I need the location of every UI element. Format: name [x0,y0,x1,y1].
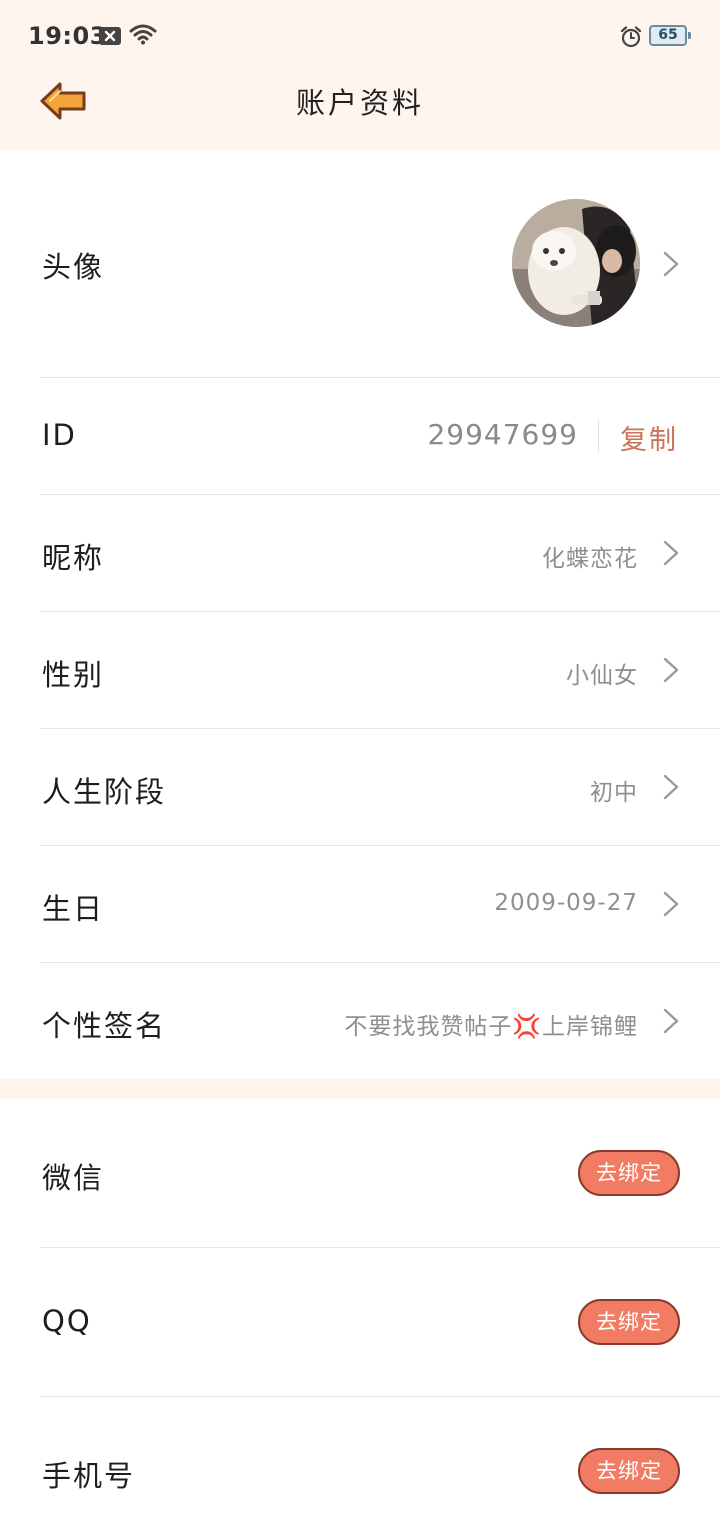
battery-level: 65 [658,27,678,43]
birthday-label: 生日 [42,892,105,926]
id-row: ID 29947699 复制 [0,378,720,495]
battery-icon: 65 [649,25,691,46]
nickname-value: 化蝶恋花 [542,546,638,572]
alarm-icon [620,26,642,52]
life-stage-row[interactable]: 人生阶段 初中 [0,729,720,846]
birthday-value: 2009-09-27 [494,890,638,916]
birthday-row[interactable]: 生日 2009-09-27 [0,846,720,963]
chevron-right-icon [663,657,679,683]
phone-bind-button[interactable]: 去绑定 [578,1448,680,1494]
page-title: 账户资料 [295,86,424,120]
avatar [512,199,640,327]
gender-value: 小仙女 [566,663,638,689]
qq-bind-button[interactable]: 去绑定 [578,1299,680,1345]
avatar-label: 头像 [42,250,105,284]
life-stage-value: 初中 [590,780,638,806]
wechat-row: 微信 去绑定 [0,1099,720,1248]
qq-label: QQ [42,1304,92,1338]
signature-label: 个性签名 [42,1009,167,1043]
id-separator [598,420,599,452]
wifi-icon [129,23,157,49]
chevron-right-icon [663,1008,679,1034]
chevron-right-icon [663,540,679,566]
avatar-row[interactable]: 头像 [0,150,720,378]
chevron-right-icon [663,251,679,277]
chevron-right-icon [663,891,679,917]
status-time: 19:03 [28,22,107,50]
phone-label: 手机号 [42,1459,136,1493]
nickname-row[interactable]: 昵称 化蝶恋花 [0,495,720,612]
notification-x-icon [99,27,121,45]
qq-row: QQ 去绑定 [0,1248,720,1397]
life-stage-label: 人生阶段 [42,775,167,809]
phone-row: 手机号 去绑定 [0,1397,720,1520]
id-value: 29947699 [427,418,578,451]
copy-button[interactable]: 复制 [620,418,678,457]
id-label: ID [42,418,77,452]
wechat-label: 微信 [42,1161,105,1195]
signature-row[interactable]: 个性签名 不要找我赞帖子💢上岸锦鲤 [0,963,720,1079]
gender-label: 性别 [42,658,105,692]
nickname-label: 昵称 [42,541,105,575]
section-gap [0,1079,720,1099]
wechat-bind-button[interactable]: 去绑定 [578,1150,680,1196]
top-bar: 19:03 65 账户资料 [0,0,720,150]
signature-value: 不要找我赞帖子💢上岸锦鲤 [344,1014,638,1040]
chevron-right-icon [663,774,679,800]
status-bar: 19:03 65 [0,0,720,74]
gender-row[interactable]: 性别 小仙女 [0,612,720,729]
